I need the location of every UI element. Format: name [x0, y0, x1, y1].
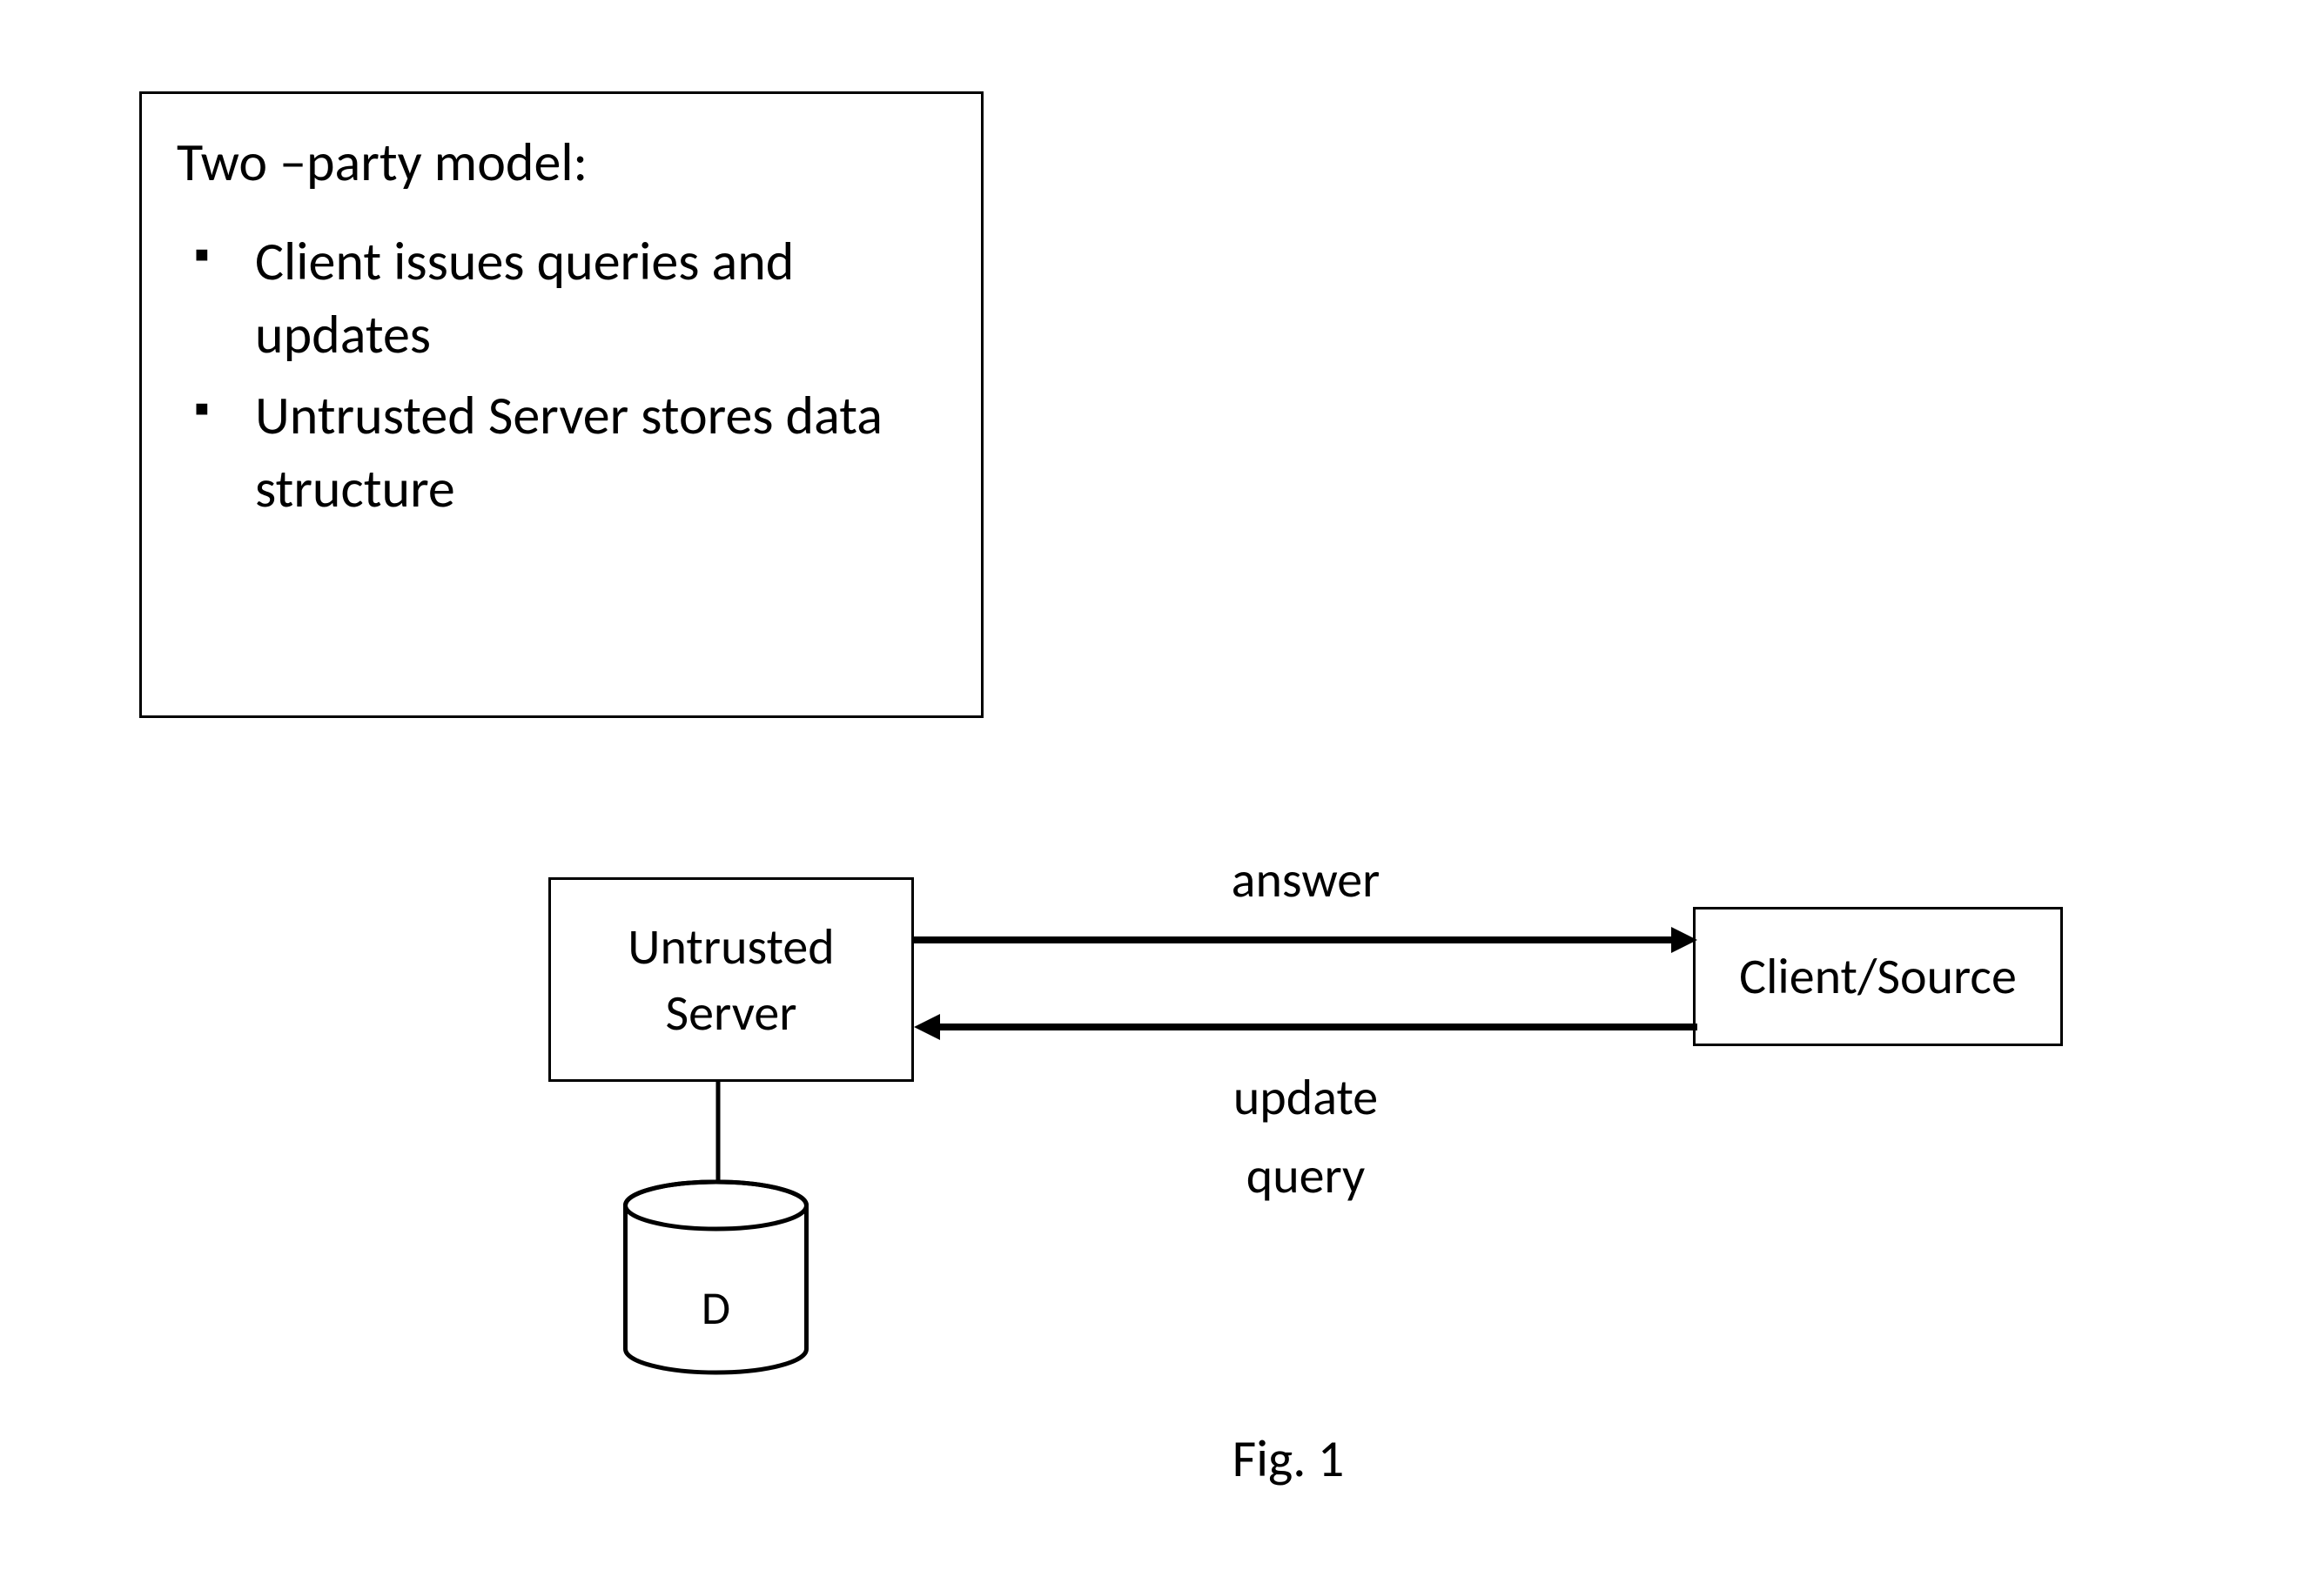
update-query-arrow	[914, 1010, 1697, 1044]
answer-label: answer	[1175, 849, 1436, 910]
client-box-label: Client/Source	[1739, 943, 2017, 1009]
database-icon: D	[622, 1179, 809, 1375]
diagram: Untrusted Server Client/Source answer up…	[0, 0, 2324, 1584]
server-db-connector	[709, 1082, 727, 1186]
server-box-line1: Untrusted	[628, 914, 834, 979]
figure-caption: Fig. 1	[1201, 1427, 1375, 1491]
database-label: D	[622, 1279, 809, 1337]
client-box: Client/Source	[1693, 907, 2063, 1046]
server-box: Untrusted Server	[548, 877, 914, 1082]
query-label: query	[1175, 1144, 1436, 1206]
server-box-line2: Server	[666, 980, 797, 1045]
update-label: update	[1175, 1066, 1436, 1128]
answer-arrow	[914, 923, 1697, 957]
